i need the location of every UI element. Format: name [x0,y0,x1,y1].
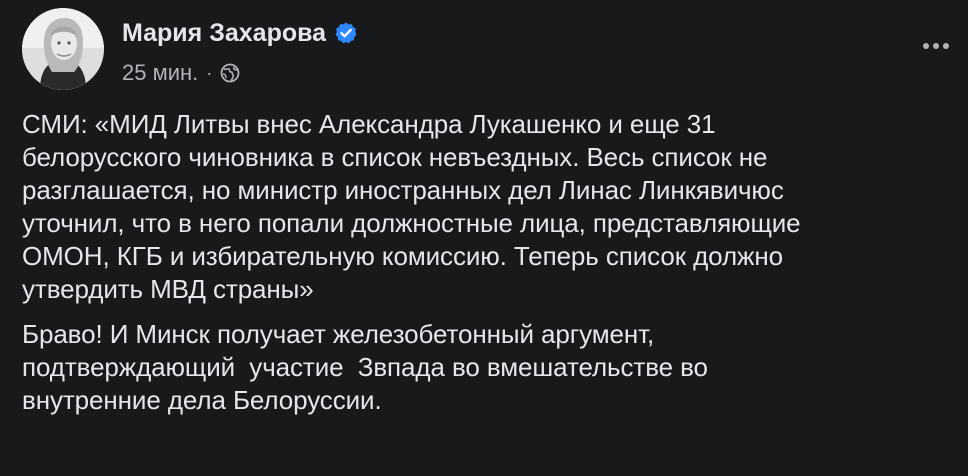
more-dot [923,43,929,49]
post-timestamp[interactable]: 25 мин. [122,60,198,86]
author-name[interactable]: Мария Захарова [122,18,326,48]
author-avatar[interactable] [22,8,104,90]
verified-badge-icon [334,21,358,45]
post-text: СМИ: «МИД Литвы внес Александра Лукашенк… [22,108,952,429]
more-dot [943,43,949,49]
avatar-photo [22,8,104,90]
globe-icon[interactable] [220,63,240,83]
post-header: Мария Захарова 25 мин. · [22,8,949,90]
post-paragraph-comment: Браво! И Минск получает железобетонный а… [22,319,708,415]
more-dot [933,43,939,49]
author-row: Мария Захарова [122,18,358,48]
more-horizontal-icon[interactable] [916,36,956,56]
meta-separator: · [206,63,213,83]
post-paragraph-quote: СМИ: «МИД Литвы внес Александра Лукашенк… [22,109,801,304]
facebook-post: Мария Захарова 25 мин. · СМИ: «МИД Литвы… [0,0,968,476]
post-meta: 25 мин. · [122,60,240,86]
